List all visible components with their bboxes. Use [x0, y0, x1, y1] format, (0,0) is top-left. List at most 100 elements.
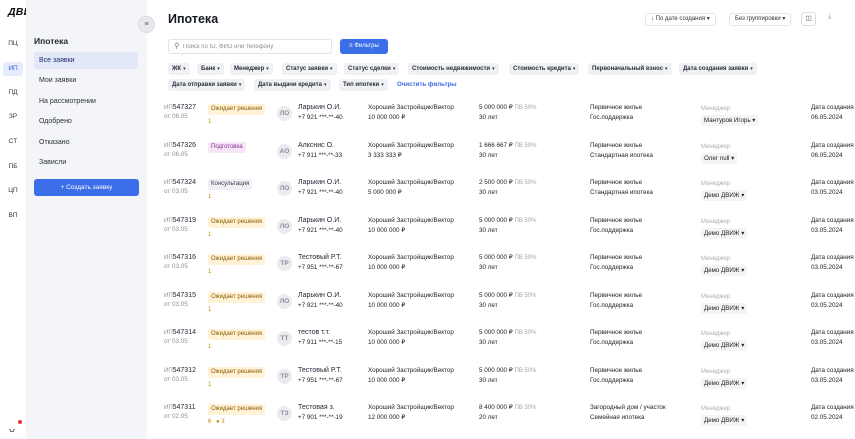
manager-select[interactable]: Демо ДВИЖ ▾ [701, 415, 748, 426]
request-number: 547327 [172, 104, 196, 111]
collapse-sidebar-button[interactable]: ≡ [138, 16, 155, 33]
manager-select[interactable]: Демо ДВИЖ ▾ [701, 190, 748, 201]
property-value: 3 333 333 ₽ [368, 151, 402, 159]
property-value: 10 000 000 ₽ [368, 376, 406, 384]
created-label: Дата создания [811, 404, 854, 411]
credit-value: 5 000 000 ₽ [479, 216, 513, 224]
client-name[interactable]: Ларькин О.И. [298, 104, 341, 111]
client-name[interactable]: Тестовый Р.Т. [298, 367, 342, 374]
client-name[interactable]: тестов т.т. [298, 329, 330, 336]
filter-chip[interactable]: Стоимость кредита ▾ [509, 63, 580, 75]
group-dropdown[interactable]: Без группировки ▾ [729, 13, 792, 26]
search-box[interactable]: ⚲ [168, 39, 332, 54]
mortgage-program: Гос.поддержка [590, 114, 634, 121]
clear-filters-link[interactable]: Очистить фильтры [397, 79, 457, 91]
chevron-down-icon: ▾ [381, 82, 384, 88]
rail-item-0[interactable]: ПЦ [6, 40, 20, 47]
search-input[interactable] [183, 41, 328, 52]
manager-select[interactable]: Демо ДВИЖ ▾ [701, 265, 748, 276]
filter-chip[interactable]: Дата отправки заявки ▾ [168, 79, 246, 91]
table-row[interactable]: ИП547314 от 03.05 Ожидает решения 1 ТТ тестов… [160, 326, 855, 363]
table-row[interactable]: ИП547316 от 03.05 Ожидает решения 1 ТР Тестов… [160, 251, 855, 288]
client-name[interactable]: Тестовый Р.Т. [298, 254, 342, 261]
down-payment-percent: ПВ 50% [514, 180, 537, 186]
request-id[interactable]: ИП547327 [164, 104, 196, 111]
status-badge: Ожидает решения [208, 216, 266, 228]
table-row[interactable]: ИП547326 от 06.05 Подготовка АО Алксниc О. +7… [160, 139, 855, 176]
task-count: 1 [208, 381, 212, 388]
chevron-down-icon: ▾ [330, 66, 333, 72]
filter-chip[interactable]: Статус сделки ▾ [344, 63, 400, 75]
request-number: 547314 [172, 329, 196, 336]
rail-item-2[interactable]: ПД [6, 89, 20, 96]
request-id[interactable]: ИП547319 [164, 217, 196, 224]
client-name[interactable]: Ларькин О.И. [298, 217, 341, 224]
create-request-button[interactable]: + Создать заявку [34, 179, 139, 196]
chevron-down-icon: ▾ [266, 66, 269, 72]
property-type: Первичное жилье [590, 141, 643, 149]
chevron-down-icon: ▾ [572, 66, 576, 72]
request-date: от 06.05 [164, 150, 188, 158]
filter-chip[interactable]: Тип ипотеки ▾ [339, 79, 388, 91]
filter-chip[interactable]: Банк ▾ [197, 63, 224, 75]
rail-item-3[interactable]: ЗР [6, 113, 20, 120]
request-prefix: ИП [164, 105, 173, 111]
sidebar-item-1[interactable]: Мои заявки [34, 72, 138, 89]
created-label: Дата создания [811, 141, 854, 149]
filter-chip[interactable]: Дата создания заявки ▾ [679, 63, 757, 75]
filter-chip[interactable]: ЖК ▾ [168, 63, 190, 75]
filter-chip[interactable]: Статус заявки ▾ [282, 63, 337, 75]
table-row[interactable]: ИП547312 от 03.05 Ожидает решения 1 ТР Тестов… [160, 364, 855, 401]
client-name[interactable]: Ларькин О.И. [298, 179, 341, 186]
sidebar-item-2[interactable]: На рассмотрении [34, 93, 138, 110]
status-badge: Ожидает решения [208, 104, 266, 115]
manager-select[interactable]: Олег null ▾ [701, 152, 738, 164]
client-name[interactable]: Алксниc О. [298, 142, 334, 149]
request-date: от 03.05 [164, 188, 188, 195]
bell-icon[interactable]: ⍽ [9, 423, 15, 432]
manager-select[interactable]: Демо ДВИЖ ▾ [701, 227, 748, 239]
sidebar-item-5[interactable]: Зависли [34, 154, 138, 171]
manager-select[interactable]: Мантуров Игорь ▾ [701, 115, 759, 126]
request-id[interactable]: ИП547315 [164, 292, 196, 299]
rail-item-4[interactable]: СТ [6, 138, 20, 145]
rail-item-6[interactable]: ЦП [6, 187, 20, 194]
table-row[interactable]: ИП547324 от 03.05 Консультация 1 ЛО Ларькин О… [160, 176, 855, 213]
manager-label: Менеджер [701, 218, 731, 225]
filter-chip[interactable]: Менеджер ▾ [230, 63, 273, 75]
manager-select[interactable]: Демо ДВИЖ ▾ [701, 340, 748, 351]
rail-item-1[interactable]: ИП [3, 62, 23, 76]
manager-select[interactable]: Демо ДВИЖ ▾ [701, 302, 748, 314]
request-id[interactable]: ИП547324 [164, 179, 196, 186]
credit-value: 8 400 000 ₽ [479, 404, 513, 411]
filter-chip[interactable]: Дата выдачи кредита ▾ [254, 79, 331, 91]
download-icon[interactable]: ⤓ [828, 13, 831, 21]
request-date: от 03.05 [164, 338, 188, 345]
request-id[interactable]: ИП547326 [164, 142, 196, 149]
rail-item-7[interactable]: ВП [6, 212, 20, 219]
rail-item-5[interactable]: ПБ [6, 163, 20, 170]
property-value: 10 000 000 ₽ [368, 264, 406, 271]
columns-settings-button[interactable]: ◫ [801, 12, 816, 26]
request-id[interactable]: ИП547311 [164, 404, 195, 411]
client-name[interactable]: Ларькин О.И. [298, 292, 341, 299]
sidebar-item-4[interactable]: Отказано [34, 134, 138, 151]
table-row[interactable]: ИП547319 от 03.05 Ожидает решения 1 ЛО Ларьки… [160, 214, 855, 251]
sort-dropdown[interactable]: ↓ По дате создания ▾ [645, 13, 716, 26]
filter-chip[interactable]: Стоимость недвижимости ▾ [408, 63, 499, 75]
request-id[interactable]: ИП547316 [164, 254, 196, 261]
table-row[interactable]: ИП547311 от 02.05 Ожидает решения 6 ● 3 ТЗ Тес… [160, 401, 855, 438]
request-id[interactable]: ИП547314 [164, 329, 196, 336]
manager-select[interactable]: Демо ДВИЖ ▾ [701, 377, 748, 389]
property-type: Первичное жилье [590, 104, 643, 111]
request-id[interactable]: ИП547312 [164, 367, 196, 374]
filter-chip[interactable]: Первоначальный взнос ▾ [588, 63, 672, 75]
filters-button[interactable]: ≡ Фильтры [340, 39, 388, 54]
sidebar-item-3[interactable]: Одобрено [34, 113, 138, 130]
sidebar-item-0[interactable]: Все заявки [34, 52, 138, 69]
table-row[interactable]: ИП547315 от 03.05 Ожидает решения 1 ЛО Ларьки… [160, 289, 855, 326]
task-count: 1 [208, 194, 212, 200]
table-row[interactable]: ИП547327 от 06.05 Ожидает решения 1 ЛО Ларьки… [160, 101, 855, 138]
manager-name: Демо ДВИЖ [704, 417, 740, 424]
client-name[interactable]: Тестовая з. [298, 404, 335, 411]
